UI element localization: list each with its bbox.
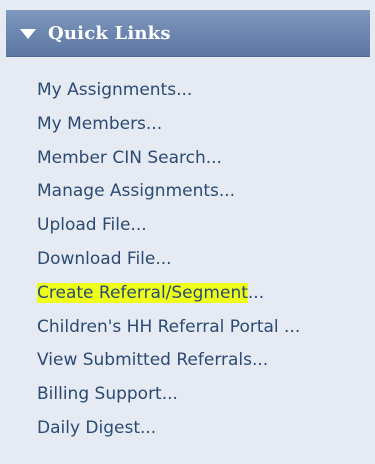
link-upload-file[interactable]: Upload File... xyxy=(37,215,147,235)
list-item: Manage Assignments... xyxy=(0,176,375,210)
link-create-referral-segment[interactable]: Create Referral/Segment... xyxy=(37,282,265,303)
link-manage-assignments[interactable]: Manage Assignments... xyxy=(37,181,235,201)
list-item: Upload File... xyxy=(0,210,375,244)
link-my-assignments[interactable]: My Assignments... xyxy=(37,80,192,100)
triangle-down-icon[interactable] xyxy=(20,29,36,39)
quick-links-panel: Quick Links My Assignments... My Members… xyxy=(0,0,375,464)
link-view-submitted-referrals[interactable]: View Submitted Referrals... xyxy=(37,350,268,370)
link-billing-support[interactable]: Billing Support... xyxy=(37,384,178,404)
link-ellipsis: ... xyxy=(247,282,265,303)
list-item: My Members... xyxy=(0,109,375,143)
highlighted-text: Create Referral/Segment xyxy=(37,282,248,303)
list-item: Billing Support... xyxy=(0,379,375,413)
link-download-file[interactable]: Download File... xyxy=(37,249,172,269)
list-item: Download File... xyxy=(0,244,375,278)
link-my-members[interactable]: My Members... xyxy=(37,114,162,134)
link-daily-digest[interactable]: Daily Digest... xyxy=(37,418,156,438)
list-item: View Submitted Referrals... xyxy=(0,345,375,379)
list-item: Daily Digest... xyxy=(0,413,375,447)
quick-links-list: My Assignments... My Members... Member C… xyxy=(0,75,375,447)
link-member-cin-search[interactable]: Member CIN Search... xyxy=(37,148,222,168)
quick-links-header[interactable]: Quick Links xyxy=(6,10,370,57)
list-item: My Assignments... xyxy=(0,75,375,109)
quick-links-title: Quick Links xyxy=(48,22,171,44)
list-item: Member CIN Search... xyxy=(0,143,375,177)
list-item: Create Referral/Segment... xyxy=(0,278,375,312)
list-item: Children's HH Referral Portal ... xyxy=(0,312,375,346)
link-childrens-hh-referral-portal[interactable]: Children's HH Referral Portal ... xyxy=(37,317,300,337)
